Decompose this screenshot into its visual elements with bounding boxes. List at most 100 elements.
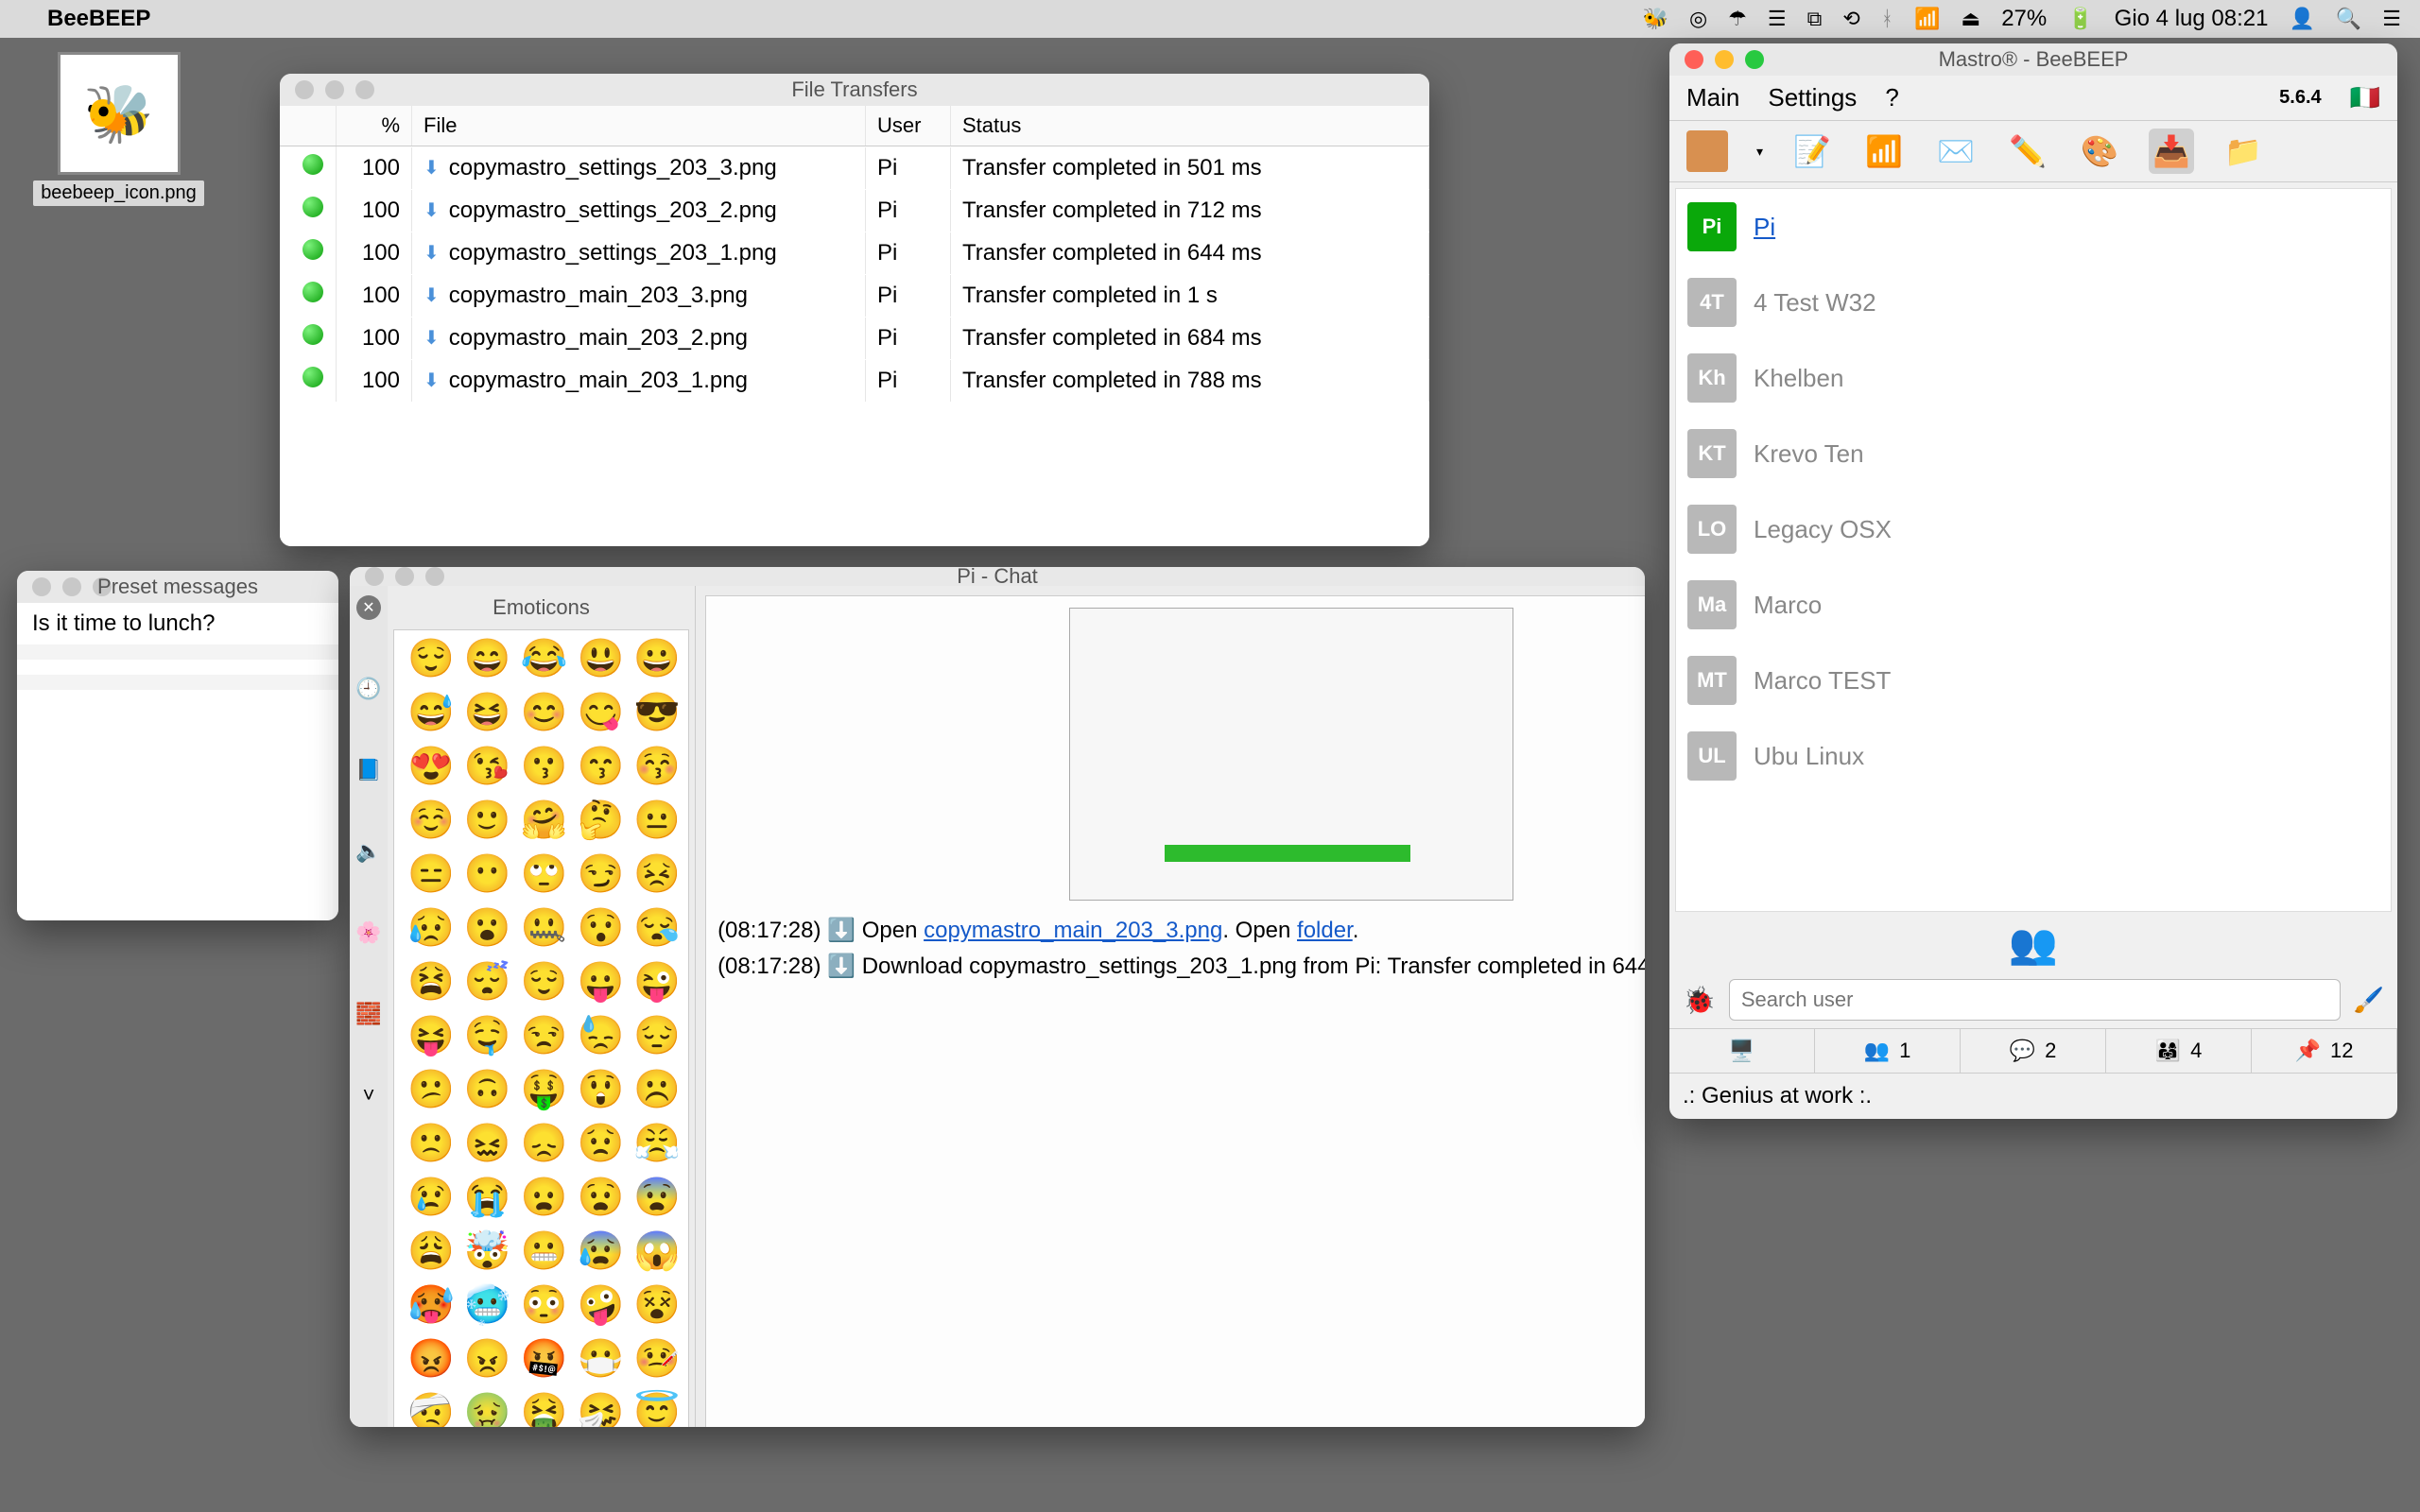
emoji-item[interactable]: 😏	[577, 851, 624, 896]
emoji-item[interactable]: 😃	[577, 636, 624, 680]
group-icon[interactable]: 👥	[1669, 918, 2397, 971]
emoji-item[interactable]: 🤤	[464, 1013, 511, 1057]
preset-message-item[interactable]	[17, 644, 338, 660]
zoom-window-button[interactable]	[93, 577, 112, 596]
emoji-item[interactable]: 😄	[464, 636, 511, 680]
emoji-item[interactable]: 😅	[407, 690, 455, 734]
cc-tray-icon[interactable]: ◎	[1689, 7, 1707, 31]
user-list[interactable]: PiPi4T4 Test W32KhKhelbenKTKrevo TenLOLe…	[1675, 188, 2392, 912]
minimize-window-button[interactable]	[62, 577, 81, 596]
preset-message-item[interactable]	[17, 660, 338, 675]
emoji-item[interactable]: 😟	[577, 1121, 624, 1165]
open-folder-icon[interactable]: 📁	[2221, 129, 2266, 174]
tab-chats[interactable]: 💬2	[1961, 1029, 2106, 1073]
emoji-item[interactable]: 😑	[407, 851, 455, 896]
menu-settings[interactable]: Settings	[1768, 83, 1857, 112]
emoji-item[interactable]: 😛	[577, 959, 624, 1004]
tab-users[interactable]: 👥1	[1815, 1029, 1961, 1073]
emoji-item[interactable]: 🤧	[577, 1390, 624, 1427]
user-row[interactable]: LOLegacy OSX	[1676, 491, 2391, 567]
edit-profile-icon[interactable]: 📝	[1789, 129, 1835, 174]
emoji-item[interactable]: 😣	[633, 851, 681, 896]
emoji-item[interactable]: 😜	[633, 959, 681, 1004]
emoji-item[interactable]: 😌	[521, 959, 568, 1004]
emoji-item[interactable]: 🙁	[407, 1121, 455, 1165]
emoji-item[interactable]: 😡	[407, 1336, 455, 1381]
zoom-window-button[interactable]	[355, 80, 374, 99]
expand-down-icon[interactable]: ˅	[363, 1083, 375, 1108]
emoji-item[interactable]: 😚	[633, 744, 681, 788]
emoji-item[interactable]: 😶	[464, 851, 511, 896]
emoji-item[interactable]: 😲	[577, 1067, 624, 1111]
search-user-input[interactable]	[1729, 979, 2341, 1021]
emoji-item[interactable]: 🥶	[464, 1282, 511, 1327]
emoji-item[interactable]: 🤒	[633, 1336, 681, 1381]
emoji-item[interactable]: 😎	[633, 690, 681, 734]
emoji-item[interactable]: 😕	[407, 1067, 455, 1111]
tab-transfers[interactable]: 📌12	[2252, 1029, 2397, 1073]
user-row[interactable]: KTKrevo Ten	[1676, 416, 2391, 491]
transfer-row[interactable]: 100⬇copymastro_settings_203_3.pngPiTrans…	[280, 146, 1429, 189]
favorites-tab-icon[interactable]: 📘	[355, 758, 381, 782]
col-percent[interactable]: %	[337, 106, 412, 146]
my-avatar[interactable]	[1685, 129, 1730, 174]
open-folder-link[interactable]: folder	[1297, 918, 1353, 943]
emoji-item[interactable]: 🤐	[521, 905, 568, 950]
minimize-window-button[interactable]	[325, 80, 344, 99]
emoji-item[interactable]: 🥵	[407, 1282, 455, 1327]
emoji-item[interactable]: 😷	[577, 1336, 624, 1381]
preset-message-item[interactable]	[17, 675, 338, 690]
emoji-item[interactable]: 😒	[521, 1013, 568, 1057]
battery-icon[interactable]: 🔋	[2067, 7, 2093, 31]
emoji-item[interactable]: 😞	[521, 1121, 568, 1165]
emoji-item[interactable]: 😙	[577, 744, 624, 788]
emoji-item[interactable]: 😢	[407, 1175, 455, 1219]
minimize-window-button[interactable]	[1715, 50, 1734, 69]
emoji-item[interactable]: 😍	[407, 744, 455, 788]
close-window-button[interactable]	[365, 567, 384, 586]
emoji-item[interactable]: 😴	[464, 959, 511, 1004]
emoji-item[interactable]: 😓	[577, 1013, 624, 1057]
user-row[interactable]: 4T4 Test W32	[1676, 265, 2391, 340]
inbox-icon[interactable]: ✉️	[1933, 129, 1979, 174]
emoji-item[interactable]: 😤	[633, 1121, 681, 1165]
emoji-item[interactable]: 🤑	[521, 1067, 568, 1111]
transfer-row[interactable]: 100⬇copymastro_main_203_2.pngPiTransfer …	[280, 317, 1429, 359]
dropdown-icon[interactable]: ▾	[1756, 144, 1763, 160]
active-app-name[interactable]: BeeBEEP	[47, 6, 150, 32]
emoji-item[interactable]: 😧	[577, 1175, 624, 1219]
emoji-item[interactable]: 😘	[464, 744, 511, 788]
eject-tray-icon[interactable]: ⏏	[1961, 7, 1980, 31]
close-window-button[interactable]	[32, 577, 51, 596]
emoji-item[interactable]: 😆	[464, 690, 511, 734]
close-window-button[interactable]	[295, 80, 314, 99]
wifi-tray-icon[interactable]: 📶	[1914, 7, 1940, 31]
user-row[interactable]: KhKhelben	[1676, 340, 2391, 416]
palette-icon[interactable]: 🎨	[2077, 129, 2122, 174]
emoji-item[interactable]: 😱	[633, 1228, 681, 1273]
user-row[interactable]: MaMarco	[1676, 567, 2391, 643]
emoji-item[interactable]: 😝	[407, 1013, 455, 1057]
emoji-item[interactable]: 😬	[521, 1228, 568, 1273]
emoji-item[interactable]: 🙄	[521, 851, 568, 896]
battery-percent[interactable]: 27%	[2001, 6, 2047, 32]
emoji-item[interactable]: 😋	[577, 690, 624, 734]
dropbox-tray-icon[interactable]: ⧉	[1807, 7, 1823, 31]
image-preview[interactable]	[1069, 608, 1513, 901]
zoom-window-button[interactable]	[425, 567, 444, 586]
emoji-item[interactable]: 🙂	[464, 798, 511, 842]
emoji-item[interactable]: 😐	[633, 798, 681, 842]
menu-main[interactable]: Main	[1686, 83, 1739, 112]
emoji-item[interactable]: 🙃	[464, 1067, 511, 1111]
emoji-item[interactable]: 😠	[464, 1336, 511, 1381]
emoji-item[interactable]: 😗	[521, 744, 568, 788]
emoji-item[interactable]: ☺️	[407, 798, 455, 842]
emoji-item[interactable]: 🤮	[521, 1390, 568, 1427]
emoji-item[interactable]: 🤬	[521, 1336, 568, 1381]
user-row[interactable]: PiPi	[1676, 189, 2391, 265]
spotlight-icon[interactable]: 🔍	[2336, 7, 2361, 31]
emoji-item[interactable]: 😪	[633, 905, 681, 950]
emoji-item[interactable]: 😌	[407, 636, 455, 680]
desktop-file-icon[interactable]: 🐝 beebeep_icon.png	[17, 52, 220, 206]
emoji-item[interactable]: 🤪	[577, 1282, 624, 1327]
